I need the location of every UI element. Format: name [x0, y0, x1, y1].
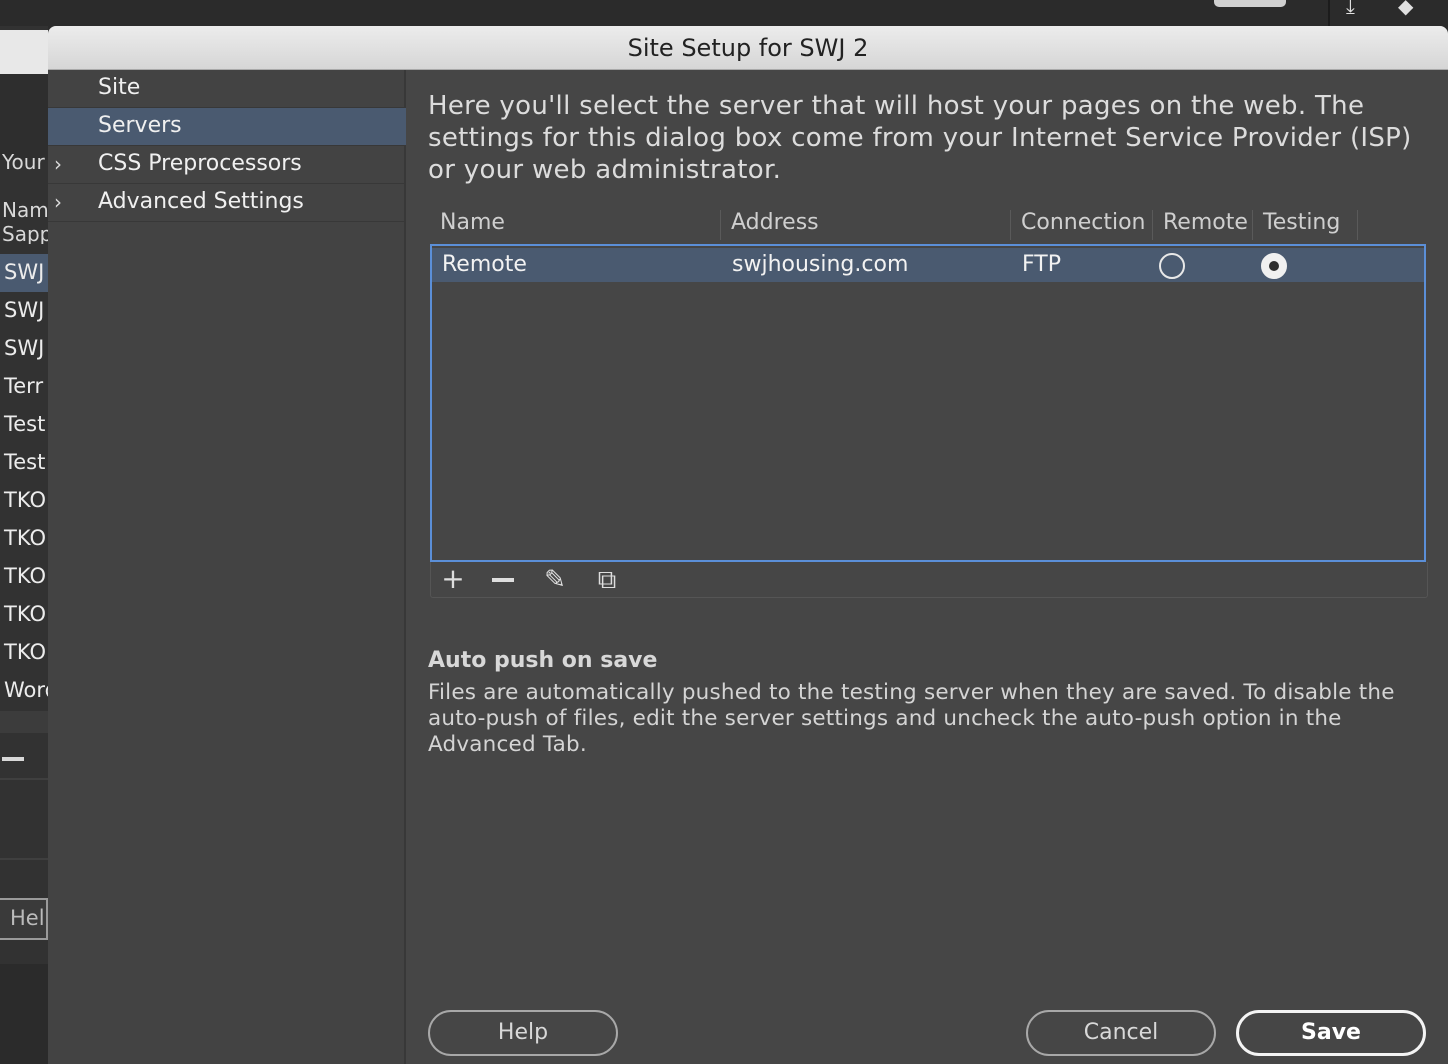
- site-list-item[interactable]: SWJ: [0, 254, 48, 292]
- site-list-item[interactable]: TKO: [0, 596, 48, 634]
- background-toolbar: ⤓ ◆: [0, 0, 1448, 26]
- server-name: Remote: [442, 252, 527, 277]
- site-list-item[interactable]: SWJ: [0, 292, 48, 330]
- edit-server-button[interactable]: ✎: [535, 562, 575, 596]
- chevron-right-icon[interactable]: ›: [54, 190, 62, 214]
- category-label: Advanced Settings: [98, 189, 304, 214]
- tag-icon[interactable]: ◆: [1398, 0, 1413, 16]
- server-toolbar: + ✎ ⧉: [430, 562, 1428, 598]
- site-list-item-partial: Sapp: [2, 222, 48, 244]
- remove-server-button[interactable]: [483, 562, 523, 596]
- category-css-preprocessors[interactable]: › CSS Preprocessors: [48, 146, 406, 184]
- toolbar-divider: [1328, 0, 1330, 26]
- site-list-item[interactable]: Test: [0, 406, 48, 444]
- site-list-item[interactable]: SWJ: [0, 330, 48, 368]
- server-address: swjhousing.com: [732, 252, 909, 277]
- duplicate-server-button[interactable]: ⧉: [587, 562, 627, 596]
- duplicate-icon: ⧉: [597, 565, 617, 595]
- server-connection: FTP: [1022, 252, 1061, 277]
- your-sites-label: Your: [2, 150, 45, 174]
- divider: [0, 778, 48, 780]
- category-label: Site: [98, 75, 141, 100]
- server-table-header: Name Address Connection Remote Testing: [430, 206, 1428, 242]
- site-list-item[interactable]: Word: [0, 672, 48, 710]
- help-button[interactable]: Help: [428, 1010, 618, 1056]
- site-list-item[interactable]: TKO: [0, 634, 48, 672]
- column-header-connection[interactable]: Connection: [1010, 210, 1152, 240]
- divider: [0, 858, 48, 860]
- add-server-button[interactable]: +: [433, 562, 473, 596]
- background-footer: [0, 964, 48, 1064]
- auto-push-heading: Auto push on save: [428, 648, 658, 673]
- auto-push-description: Files are automatically pushed to the te…: [428, 680, 1395, 757]
- server-table[interactable]: Remote swjhousing.com FTP: [430, 244, 1426, 562]
- servers-intro-text: Here you'll select the server that will …: [428, 91, 1412, 185]
- table-row[interactable]: Remote swjhousing.com FTP: [432, 248, 1424, 282]
- category-sidebar: Site Servers › CSS Preprocessors › Advan…: [48, 70, 406, 1064]
- site-list-item[interactable]: TKO: [0, 558, 48, 596]
- site-list-scrollbar[interactable]: [0, 711, 48, 733]
- background-header-strip: [0, 30, 48, 74]
- cancel-button[interactable]: Cancel: [1026, 1010, 1216, 1056]
- column-header-name[interactable]: Name: [430, 210, 720, 240]
- dialog-titlebar[interactable]: Site Setup for SWJ 2: [48, 26, 1448, 70]
- dialog-title: Site Setup for SWJ 2: [627, 34, 869, 62]
- site-list-item[interactable]: TKO: [0, 520, 48, 558]
- download-icon[interactable]: ⤓: [1346, 0, 1355, 16]
- category-label: Servers: [98, 113, 182, 138]
- category-advanced-settings[interactable]: › Advanced Settings: [48, 184, 406, 222]
- column-header-address[interactable]: Address: [720, 210, 1010, 240]
- pencil-icon: ✎: [544, 565, 566, 595]
- save-button[interactable]: Save: [1236, 1010, 1426, 1056]
- column-header-remote[interactable]: Remote: [1152, 210, 1252, 240]
- remove-site-button[interactable]: [2, 757, 24, 761]
- name-column-header: Nam: [2, 198, 48, 222]
- testing-radio[interactable]: [1261, 253, 1287, 279]
- background-help-button[interactable]: Hel: [0, 898, 48, 940]
- site-setup-dialog: Site Setup for SWJ 2 Site Servers › CSS …: [48, 26, 1448, 1064]
- site-list-item[interactable]: Terr: [0, 368, 48, 406]
- category-site[interactable]: Site: [48, 70, 406, 108]
- background-description-strip: [0, 74, 48, 160]
- chevron-right-icon[interactable]: ›: [54, 152, 62, 176]
- category-servers[interactable]: Servers: [48, 108, 406, 146]
- background-site-manager: Your Nam Sapp SWJ SWJ SWJ Terr Test Test TKO TK…: [0, 26, 48, 1064]
- background-toolbar-button[interactable]: [1214, 0, 1286, 7]
- site-list-item[interactable]: Test: [0, 444, 48, 482]
- remote-radio[interactable]: [1159, 253, 1185, 279]
- plus-icon: +: [441, 562, 465, 595]
- column-header-testing[interactable]: Testing: [1252, 210, 1358, 240]
- category-label: CSS Preprocessors: [98, 151, 302, 176]
- site-list-item[interactable]: TKO: [0, 482, 48, 520]
- servers-panel: Here you'll select the server that will …: [408, 70, 1448, 1064]
